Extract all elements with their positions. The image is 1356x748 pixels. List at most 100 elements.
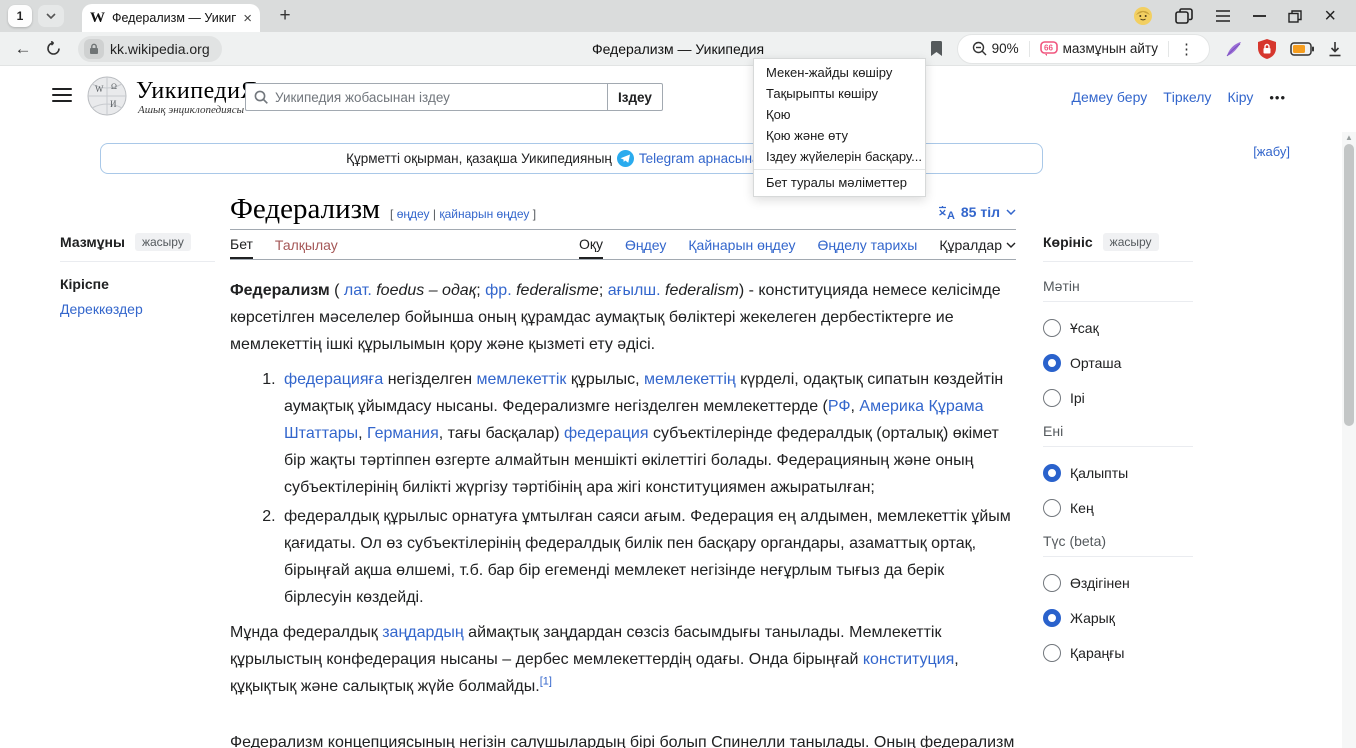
scrollbar-up-arrow[interactable]: ▲ bbox=[1345, 135, 1353, 141]
new-tab-button[interactable]: + bbox=[272, 3, 298, 29]
minimize-button[interactable] bbox=[1253, 15, 1266, 17]
radio-color-dark[interactable]: Қараңғы bbox=[1043, 644, 1193, 662]
toc-item-intro[interactable]: Кіріспе bbox=[60, 276, 215, 292]
tab-counter-badge[interactable]: 1 bbox=[8, 5, 32, 27]
wiki-hamburger-menu[interactable] bbox=[52, 88, 72, 102]
menu-item-manage-search-engines[interactable]: Іздеу жүйелерін басқару... bbox=[754, 146, 925, 167]
menu-item-paste[interactable]: Қою bbox=[754, 104, 925, 125]
tab-close-icon[interactable]: × bbox=[243, 10, 252, 27]
search-box[interactable] bbox=[245, 83, 607, 111]
side-panels-icon[interactable] bbox=[1175, 8, 1193, 24]
page-scrollbar[interactable]: ▲ ▼ bbox=[1342, 132, 1356, 748]
close-window-button[interactable]: × bbox=[1324, 5, 1336, 28]
back-button[interactable]: ← bbox=[8, 34, 38, 64]
radio-icon bbox=[1043, 644, 1061, 662]
wiki-tagline: Ашық энциклопедиясы bbox=[138, 104, 244, 116]
contents-title: Мазмұны bbox=[60, 234, 125, 250]
wiki-wordmark[interactable]: УикипедиЯ bbox=[136, 78, 257, 105]
tab-talk[interactable]: Талқылау bbox=[275, 230, 338, 259]
url-text: kk.wikipedia.org bbox=[110, 41, 210, 57]
login-link[interactable]: Кіру bbox=[1227, 89, 1253, 105]
chevron-down-icon bbox=[46, 13, 56, 19]
paragraph-confederation: Мұнда федералдық заңдардың аймақтық заңд… bbox=[230, 619, 1016, 700]
search-input[interactable] bbox=[275, 90, 599, 105]
menu-item-page-info[interactable]: Бет туралы мәліметтер bbox=[754, 172, 925, 193]
radio-selected-icon bbox=[1043, 464, 1061, 482]
omnibox-actions-group: 90% 66 мазмұнын айту ⋮ bbox=[957, 34, 1210, 64]
article-body: Федерализм ( лат. foedus – одақ; фр. fed… bbox=[230, 277, 1016, 748]
definition-list: федерацияға негізделген мемлекеттік құры… bbox=[280, 366, 1016, 611]
radio-icon bbox=[1043, 389, 1061, 407]
color-label: Түс (beta) bbox=[1043, 533, 1193, 557]
chevron-down-icon bbox=[1006, 209, 1016, 215]
title-edit-links[interactable]: [ өңдеу | қайнарын өңдеу ] bbox=[390, 207, 536, 221]
menu-item-copy-address[interactable]: Мекен-жайды көшіру bbox=[754, 62, 925, 83]
radio-icon bbox=[1043, 499, 1061, 517]
register-link[interactable]: Тіркелу bbox=[1163, 89, 1211, 105]
restore-window-button[interactable] bbox=[1288, 10, 1302, 23]
tab-page[interactable]: Бет bbox=[230, 230, 253, 259]
tab-read[interactable]: Оқу bbox=[579, 230, 603, 259]
menu-item-paste-and-go[interactable]: Қою және өту bbox=[754, 125, 925, 146]
tab-tools[interactable]: Құралдар bbox=[939, 230, 1016, 259]
search-button[interactable]: Іздеу bbox=[607, 83, 663, 111]
battery-extension-icon[interactable] bbox=[1290, 42, 1314, 56]
tab-list-chevron-button[interactable] bbox=[38, 5, 64, 27]
radio-icon bbox=[1043, 319, 1061, 337]
zoom-level-text: 90% bbox=[992, 41, 1019, 56]
read-aloud-button[interactable]: 66 мазмұнын айту bbox=[1030, 35, 1168, 63]
radio-width-standard[interactable]: Қалыпты bbox=[1043, 464, 1193, 482]
radio-color-auto[interactable]: Өздігінен bbox=[1043, 574, 1193, 592]
browser-tab-active[interactable]: W Федерализм — Уикипе × bbox=[82, 4, 260, 32]
donate-link[interactable]: Демеу беру bbox=[1072, 89, 1148, 105]
context-menu: Мекен-жайды көшіру Тақырыпты көшіру Қою … bbox=[753, 58, 926, 197]
downloads-button[interactable] bbox=[1328, 41, 1342, 57]
toolbar-right-cluster: 90% 66 мазмұнын айту ⋮ bbox=[930, 34, 1356, 64]
radio-text-large[interactable]: Ірі bbox=[1043, 389, 1193, 407]
protect-shield-extension-icon[interactable] bbox=[1258, 39, 1276, 59]
text-size-label: Мәтін bbox=[1043, 278, 1193, 302]
banner-text-before: Құрметті оқырман, қазақша Уикипедияның bbox=[346, 151, 612, 166]
profile-avatar[interactable] bbox=[1133, 6, 1153, 26]
tab-history[interactable]: Өңделу тарихы bbox=[817, 230, 917, 259]
svg-text:И: И bbox=[110, 99, 117, 109]
omnibox-more-button[interactable]: ⋮ bbox=[1169, 35, 1205, 63]
bookmark-button[interactable] bbox=[930, 41, 943, 57]
scrollbar-thumb[interactable] bbox=[1344, 144, 1354, 426]
menu-separator bbox=[754, 169, 925, 170]
svg-text:Ω: Ω bbox=[111, 82, 117, 91]
search-icon bbox=[254, 90, 268, 104]
wikipedia-favicon: W bbox=[90, 10, 105, 27]
toc-item-references[interactable]: Дереккөздер bbox=[60, 301, 215, 317]
address-bar[interactable]: kk.wikipedia.org bbox=[78, 36, 222, 62]
lock-icon[interactable] bbox=[84, 39, 104, 59]
language-icon: A bbox=[938, 205, 955, 220]
menu-item-copy-title[interactable]: Тақырыпты көшіру bbox=[754, 83, 925, 104]
browser-toolbar: Федерализм — Уикипедия ← kk.wikipedia.or… bbox=[0, 32, 1356, 66]
telegram-channel-link[interactable]: Telegram арнасына bbox=[639, 151, 760, 166]
radio-selected-icon bbox=[1043, 609, 1061, 627]
radio-color-light[interactable]: Жарық bbox=[1043, 609, 1193, 627]
contents-hide-button[interactable]: жасыру bbox=[135, 233, 191, 251]
banner-close-link[interactable]: [жабу] bbox=[1253, 144, 1290, 159]
zoom-out-icon bbox=[972, 41, 987, 56]
zoom-indicator[interactable]: 90% bbox=[962, 35, 1029, 63]
contents-sidebar: Мазмұны жасыру Кіріспе Дереккөздер bbox=[60, 233, 215, 317]
article-title: Федерализм bbox=[230, 195, 380, 224]
browser-menu-icon[interactable] bbox=[1215, 10, 1231, 22]
language-selector-button[interactable]: A 85 тіл bbox=[938, 204, 1016, 224]
radio-text-small[interactable]: Ұсақ bbox=[1043, 319, 1193, 337]
appearance-hide-button[interactable]: жасыру bbox=[1103, 233, 1159, 251]
wikipedia-globe-logo[interactable]: WИΩ bbox=[86, 74, 128, 118]
radio-width-wide[interactable]: Кең bbox=[1043, 499, 1193, 517]
svg-text:66: 66 bbox=[1044, 44, 1053, 53]
editor-pen-extension-icon[interactable] bbox=[1224, 39, 1244, 59]
radio-text-standard[interactable]: Орташа bbox=[1043, 354, 1193, 372]
reload-button[interactable] bbox=[38, 34, 68, 64]
tab-edit[interactable]: Өңдеу bbox=[625, 230, 666, 259]
quote-bubble-icon: 66 bbox=[1040, 41, 1058, 56]
user-menu-dots-icon[interactable]: ••• bbox=[1269, 90, 1286, 105]
tab-edit-source[interactable]: Қайнарын өңдеу bbox=[688, 230, 795, 259]
read-aloud-label: мазмұнын айту bbox=[1063, 41, 1158, 56]
paragraph-history: Федерализм концепциясының негізін салушы… bbox=[230, 729, 1016, 748]
